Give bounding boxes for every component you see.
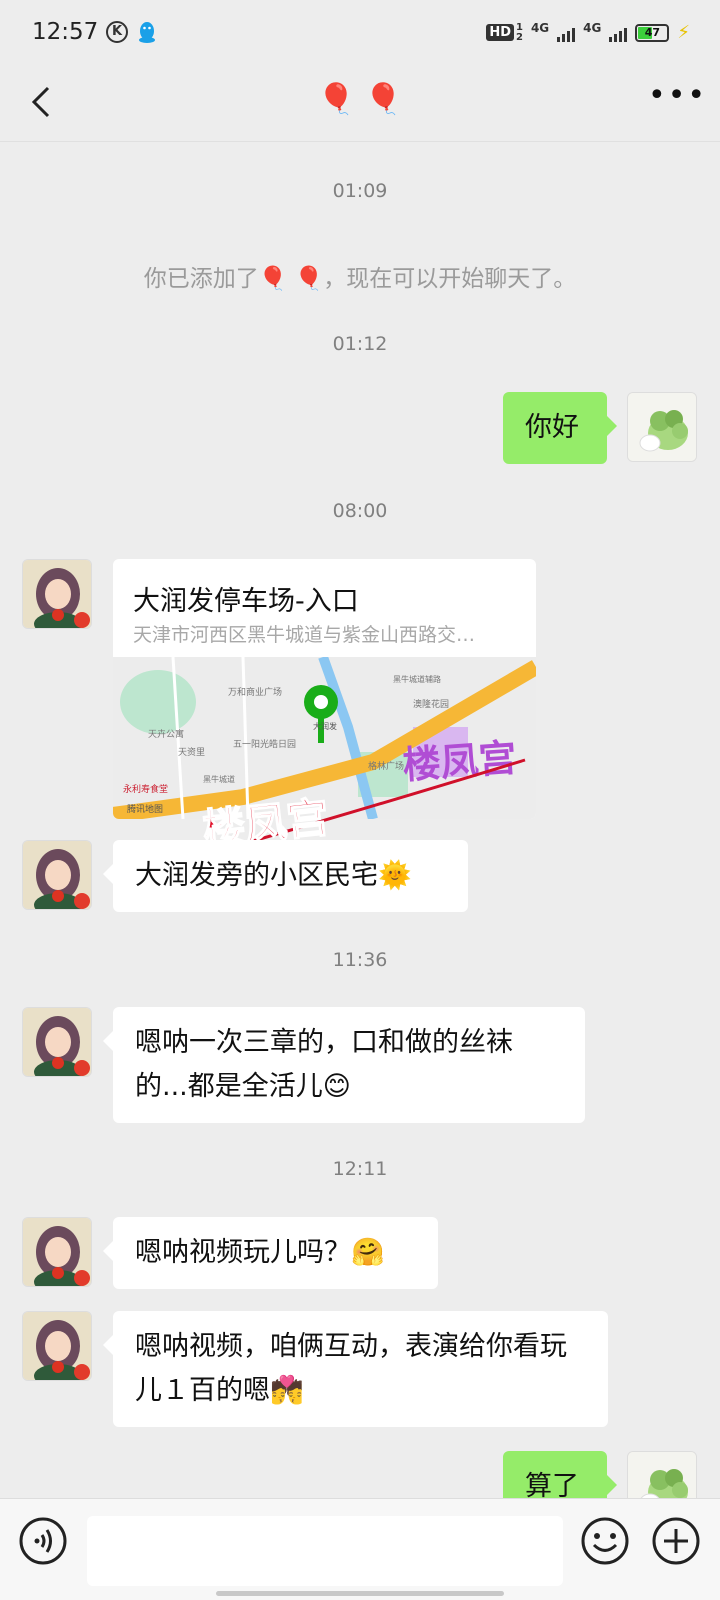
contact-avatar[interactable] <box>22 1311 92 1381</box>
net2-label: 4G <box>583 20 602 35</box>
map-label: 永利寿食堂 <box>123 783 168 795</box>
map-label: 黑牛城道辅路 <box>393 674 441 684</box>
chat-header: 🎈 🎈 ••• <box>0 66 720 142</box>
signal-2-icon <box>609 24 628 42</box>
contact-avatar[interactable] <box>22 1007 92 1077</box>
anime-girl-avatar-image <box>23 560 91 628</box>
contact-avatar[interactable] <box>22 559 92 629</box>
map-label: 天卉公寓 <box>148 728 184 740</box>
map-label: 万和商业广场 <box>228 686 282 698</box>
timestamp: 12:11 <box>332 1158 388 1180</box>
anime-girl-avatar-image <box>23 841 91 909</box>
anime-girl-avatar-image <box>23 1312 91 1380</box>
emoji-icon[interactable] <box>580 1516 630 1566</box>
incoming-message-bubble[interactable]: 嗯呐视频，咱俩互动，表演给你看玩儿１百的嗯💏 <box>103 1311 608 1427</box>
map-label: 澳隆花园 <box>413 698 449 710</box>
timestamp: 08:00 <box>332 500 388 522</box>
anime-girl-avatar-image <box>23 1008 91 1076</box>
status-bar: 12:57 K HD 1 2 4G 4G 47 ⚡ <box>0 0 720 66</box>
battery-level: 47 <box>644 25 661 39</box>
system-notice: 你已添加了🎈 🎈，现在可以开始聊天了。 <box>143 266 577 292</box>
hd-icon: HD <box>486 24 514 41</box>
map-label: 天资里 <box>178 747 205 758</box>
anime-girl-avatar-image <box>23 1218 91 1286</box>
k-notification-icon: K <box>106 21 128 43</box>
chat-title: 🎈 🎈 <box>317 82 403 117</box>
net1-label: 4G <box>530 20 550 35</box>
message-input[interactable] <box>87 1516 563 1586</box>
status-right-group: HD 1 2 4G 4G 47 ⚡ <box>486 20 690 43</box>
battery-icon: 47 <box>635 23 670 42</box>
more-options-icon[interactable]: ••• <box>648 78 705 122</box>
location-address: 天津市河西区黑牛城道与紫金山西路交… <box>133 624 476 646</box>
qq-penguin-icon <box>139 22 155 43</box>
timestamp: 11:36 <box>332 949 388 971</box>
incoming-message-bubble[interactable]: 大润发旁的小区民宅🌞 <box>103 840 468 912</box>
cabbage-avatar-image <box>628 393 696 461</box>
charging-bolt-icon: ⚡ <box>677 22 690 43</box>
contact-avatar[interactable] <box>22 1217 92 1287</box>
sim-labels: 1 2 <box>515 21 523 43</box>
message-input-bar <box>0 1498 720 1600</box>
home-indicator[interactable] <box>216 1591 504 1596</box>
map-label: 大润发 <box>313 721 337 731</box>
location-title: 大润发停车场-入口 <box>133 586 359 617</box>
map-label: 格林广场 <box>368 760 404 772</box>
contact-avatar[interactable] <box>22 840 92 910</box>
incoming-message-bubble[interactable]: 嗯呐视频玩儿吗？🤗 <box>103 1217 438 1289</box>
outgoing-message-bubble[interactable]: 你好 <box>503 392 617 464</box>
plus-icon[interactable] <box>651 1516 701 1566</box>
timestamp: 01:12 <box>332 333 388 355</box>
map-provider-label: 腾讯地图 <box>127 803 163 815</box>
sim2-label: 2 <box>515 31 523 43</box>
map-label: 黑牛城道 <box>203 774 235 784</box>
sim1-label: 1 <box>515 21 523 33</box>
incoming-message-bubble[interactable]: 嗯呐一次三章的，口和做的丝袜的...都是全活儿😊 <box>103 1007 585 1123</box>
status-time: 12:57 <box>32 19 99 45</box>
timestamp: 01:09 <box>332 180 388 202</box>
my-avatar[interactable] <box>627 392 697 462</box>
map-label: 五一阳光皓日园 <box>233 738 296 750</box>
location-card[interactable]: 大润发停车场-入口 天津市河西区黑牛城道与紫金山西路交… 万和商业广场 天卉公寓… <box>113 559 536 819</box>
voice-input-icon[interactable] <box>18 1516 68 1566</box>
signal-1-icon <box>557 24 576 42</box>
